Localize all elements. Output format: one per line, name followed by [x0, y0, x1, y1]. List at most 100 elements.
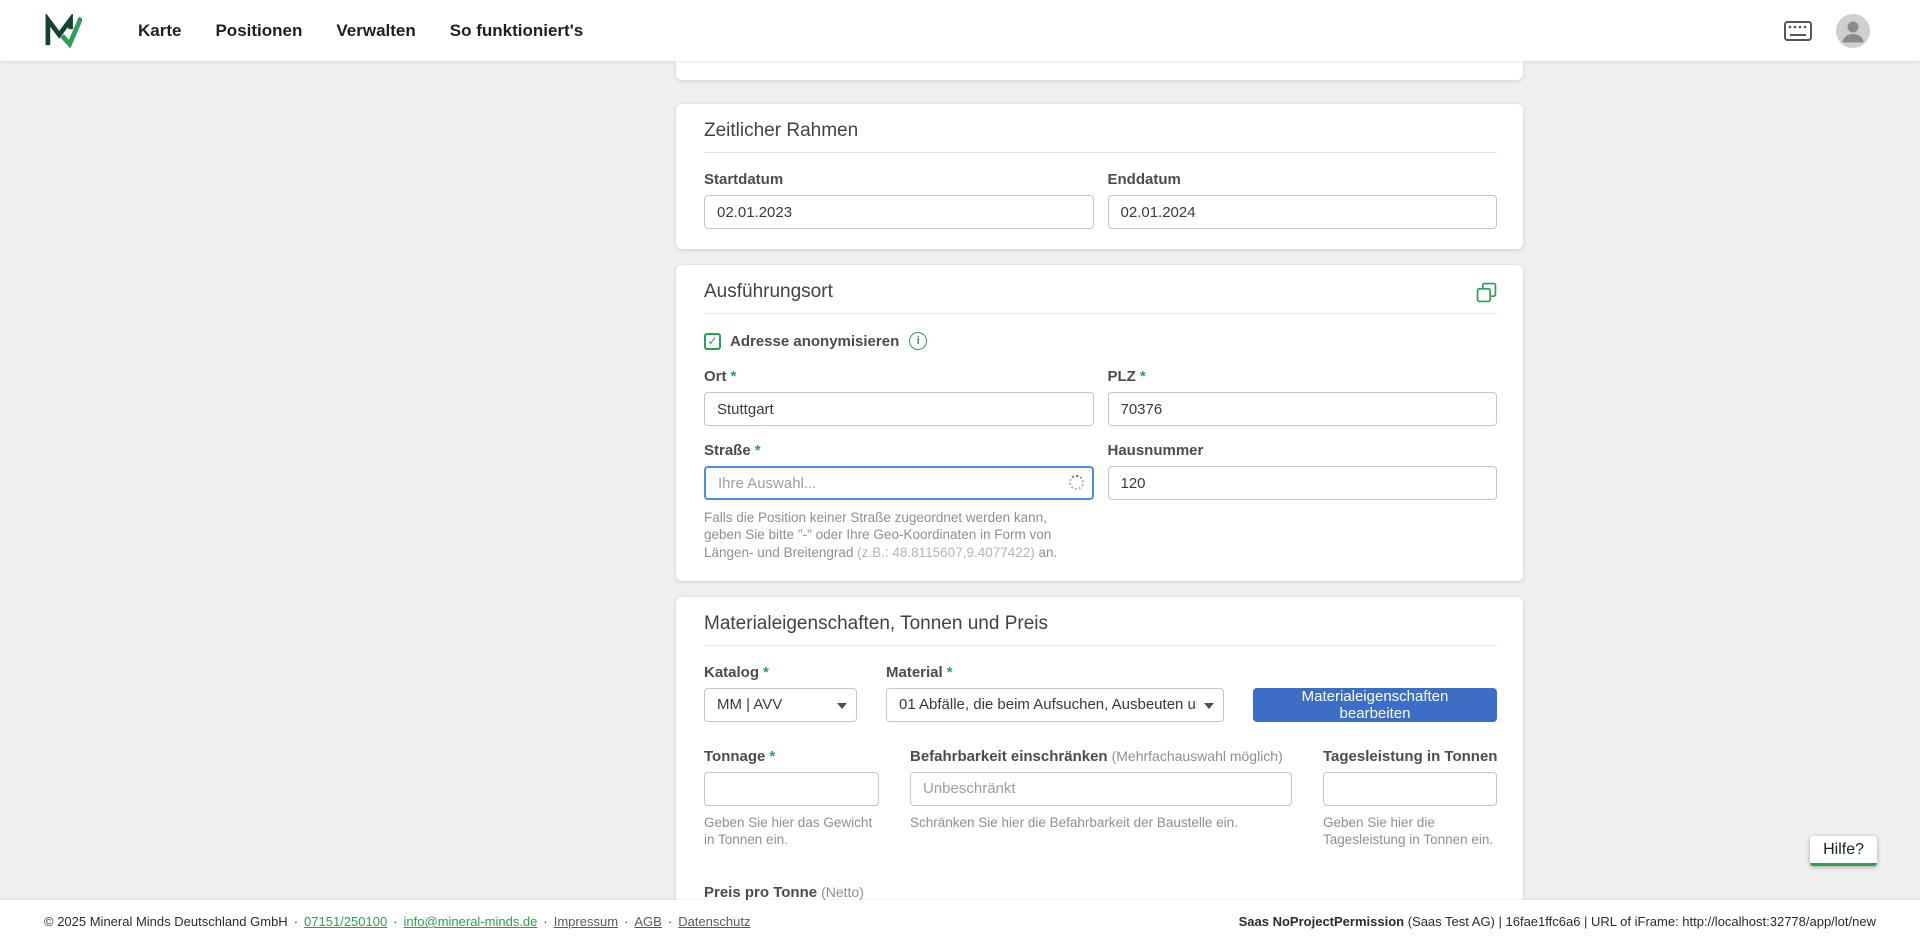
startdatum-label: Startdatum	[704, 171, 1094, 188]
footer: © 2025 Mineral Minds Deutschland GmbH · …	[0, 900, 1920, 943]
card-header: Materialeigenschaften, Tonnen und Preis	[704, 613, 1497, 646]
environment-name: Saas NoProjectPermission	[1239, 914, 1404, 929]
user-avatar[interactable]	[1836, 14, 1870, 48]
street-hint-suffix: an.	[1035, 545, 1058, 560]
tonnage-label: Tonnage*	[704, 748, 879, 765]
tagesleistung-input[interactable]	[1323, 772, 1497, 806]
main-area: Zeitlicher Rahmen Startdatum Enddatum	[0, 61, 1920, 900]
tonnage-field: Tonnage* Geben Sie hier das Gewicht in T…	[704, 748, 879, 849]
required-asterisk: *	[1140, 368, 1146, 385]
copy-icon[interactable]	[1476, 282, 1497, 303]
previous-card-partial	[676, 61, 1523, 80]
keyboard-icon[interactable]	[1784, 21, 1812, 41]
tagesleistung-hint: Geben Sie hier die Tagesleistung in Tonn…	[1323, 814, 1497, 849]
main-navigation: Karte Positionen Verwalten So funktionie…	[138, 21, 583, 41]
katalog-select[interactable]: MM | AVV	[704, 688, 857, 722]
plz-field: PLZ*	[1108, 368, 1498, 426]
strasse-label: Straße*	[704, 442, 1094, 459]
tonnage-hint: Geben Sie hier das Gewicht in Tonnen ein…	[704, 814, 879, 849]
enddatum-label-text: Enddatum	[1108, 171, 1181, 188]
tonnage-label-text: Tonnage	[704, 748, 765, 765]
plz-label: PLZ*	[1108, 368, 1498, 385]
startdatum-field: Startdatum	[704, 171, 1094, 229]
material-label-text: Material	[886, 664, 943, 681]
phone-link[interactable]: 07151/250100	[304, 914, 387, 929]
material-properties-card: Materialeigenschaften, Tonnen und Preis …	[676, 597, 1523, 900]
befahrbarkeit-label-suffix: (Mehrfachauswahl möglich)	[1112, 748, 1283, 764]
befahrbarkeit-hint: Schränken Sie hier die Befahrbarkeit der…	[910, 814, 1292, 831]
ort-label-text: Ort	[704, 368, 727, 385]
material-properties-title: Materialeigenschaften, Tonnen und Preis	[704, 613, 1048, 635]
separator: ·	[294, 914, 298, 929]
form-column: Zeitlicher Rahmen Startdatum Enddatum	[676, 61, 1523, 900]
loading-spinner-icon	[1069, 475, 1084, 490]
impressum-link[interactable]: Impressum	[554, 914, 618, 929]
enddatum-field: Enddatum	[1108, 171, 1498, 229]
strasse-label-text: Straße	[704, 442, 751, 459]
hausnummer-label: Hausnummer	[1108, 442, 1498, 459]
person-icon	[1836, 14, 1870, 48]
befahrbarkeit-input[interactable]	[910, 772, 1292, 806]
anonymize-checkbox[interactable]: ✓	[704, 333, 721, 350]
email-link[interactable]: info@mineral-minds.de	[404, 914, 538, 929]
help-button[interactable]: Hilfe?	[1810, 836, 1877, 866]
strasse-input[interactable]	[704, 466, 1094, 500]
plz-label-text: PLZ	[1108, 368, 1136, 385]
material-field: Material* 01 Abfälle, die beim Aufsuchen…	[886, 664, 1224, 722]
time-frame-title: Zeitlicher Rahmen	[704, 120, 858, 142]
time-frame-card: Zeitlicher Rahmen Startdatum Enddatum	[676, 104, 1523, 249]
nav-item-verwalten[interactable]: Verwalten	[336, 21, 415, 41]
street-hint-example: (z.B.: 48.8115607,9.4077422)	[857, 545, 1035, 560]
nav-item-positionen[interactable]: Positionen	[215, 21, 302, 41]
required-asterisk: *	[947, 664, 953, 681]
agb-link[interactable]: AGB	[634, 914, 661, 929]
tagesleistung-label-text: Tagesleistung in Tonnen	[1323, 748, 1497, 765]
material-label: Material*	[886, 664, 1224, 681]
footer-links: © 2025 Mineral Minds Deutschland GmbH · …	[44, 914, 750, 929]
hausnummer-field: Hausnummer	[1108, 442, 1498, 561]
material-select[interactable]: 01 Abfälle, die beim Aufsuchen, Ausbeute…	[886, 688, 1224, 722]
required-asterisk: *	[755, 442, 761, 459]
environment-details: (Saas Test AG) | 16fae1ffc6a6 | URL of i…	[1404, 914, 1876, 929]
chevron-down-icon	[837, 703, 847, 709]
separator: ·	[543, 914, 547, 929]
befahrbarkeit-field: Befahrbarkeit einschränken(Mehrfachauswa…	[910, 748, 1292, 831]
mineral-minds-logo[interactable]	[44, 14, 82, 48]
info-icon[interactable]: i	[909, 332, 927, 350]
enddatum-label: Enddatum	[1108, 171, 1498, 188]
top-navbar: Karte Positionen Verwalten So funktionie…	[0, 0, 1920, 61]
katalog-select-value: MM | AVV	[717, 696, 782, 713]
required-asterisk: *	[769, 748, 775, 765]
card-header: Zeitlicher Rahmen	[704, 120, 1497, 153]
tonnage-input[interactable]	[704, 772, 879, 806]
hausnummer-label-text: Hausnummer	[1108, 442, 1204, 459]
preis-label-suffix: (Netto)	[821, 884, 864, 900]
separator: ·	[393, 914, 397, 929]
startdatum-label-text: Startdatum	[704, 171, 783, 188]
hausnummer-input[interactable]	[1108, 466, 1498, 500]
tagesleistung-label: Tagesleistung in Tonnen	[1323, 748, 1497, 765]
check-icon: ✓	[707, 335, 717, 347]
material-select-value: 01 Abfälle, die beim Aufsuchen, Ausbeute…	[899, 696, 1197, 713]
chevron-down-icon	[1204, 703, 1214, 709]
katalog-field: Katalog* MM | AVV	[704, 664, 857, 722]
plz-input[interactable]	[1108, 392, 1498, 426]
anonymize-label: Adresse anonymisieren	[730, 333, 899, 350]
katalog-label-text: Katalog	[704, 664, 759, 681]
enddatum-input[interactable]	[1108, 195, 1498, 229]
edit-material-properties-button[interactable]: Materialeigenschaften bearbeiten	[1253, 688, 1497, 722]
card-header: Ausführungsort	[704, 281, 1497, 314]
datenschutz-link[interactable]: Datenschutz	[678, 914, 750, 929]
execution-location-card: Ausführungsort ✓ Adresse anonymisieren i	[676, 265, 1523, 581]
nav-item-karte[interactable]: Karte	[138, 21, 181, 41]
navbar-actions	[1784, 14, 1870, 48]
ort-field: Ort*	[704, 368, 1094, 426]
ort-input[interactable]	[704, 392, 1094, 426]
preis-label-text: Preis pro Tonne	[704, 884, 817, 900]
tagesleistung-field: Tagesleistung in Tonnen Geben Sie hier d…	[1323, 748, 1497, 849]
startdatum-input[interactable]	[704, 195, 1094, 229]
separator: ·	[624, 914, 628, 929]
separator: ·	[668, 914, 672, 929]
nav-item-so-funktionierts[interactable]: So funktioniert's	[450, 21, 583, 41]
street-hint-text: Falls die Position keiner Straße zugeord…	[704, 509, 1084, 561]
